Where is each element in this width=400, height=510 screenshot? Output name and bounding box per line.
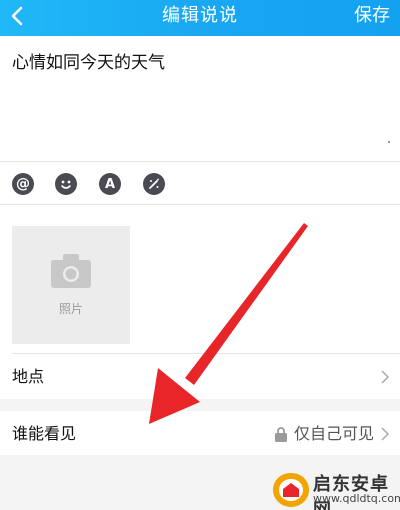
mention-button[interactable]: @ [12, 173, 34, 195]
post-text[interactable]: 心情如同今天的天气 [12, 51, 165, 75]
photo-section: 照片 [0, 205, 400, 353]
watermark-url: www.qdldtq.com [313, 492, 400, 505]
font-icon: A [104, 176, 116, 192]
site-watermark: 启东安卓网 www.qdldtq.com [271, 468, 400, 510]
page-title: 编辑说说 [162, 5, 238, 26]
effects-button[interactable] [143, 173, 165, 195]
visibility-row[interactable]: 谁能看见 仅自己可见 [0, 411, 400, 455]
editor-toolbar: @ A [0, 161, 400, 205]
at-icon: @ [16, 176, 30, 192]
visibility-label: 谁能看见 [12, 424, 77, 443]
font-button[interactable]: A [99, 173, 121, 195]
cursor-dot [388, 141, 390, 143]
divider [12, 353, 400, 354]
photo-label: 照片 [58, 302, 83, 316]
add-photo-button[interactable]: 照片 [12, 226, 130, 344]
chevron-right-icon [381, 427, 390, 441]
lock-icon [275, 427, 287, 442]
magic-wand-icon [149, 178, 159, 189]
location-row[interactable]: 地点 [0, 353, 400, 399]
save-button[interactable]: 保存 [354, 3, 390, 29]
emoji-icon [61, 180, 71, 189]
post-editor[interactable]: 心情如同今天的天气 [0, 36, 400, 161]
camera-icon [51, 254, 91, 288]
logo-icon [273, 473, 309, 507]
location-label: 地点 [12, 367, 45, 386]
visibility-value: 仅自己可见 [293, 424, 374, 443]
top-bar: 编辑说说 保存 [0, 0, 400, 36]
emoji-button[interactable] [55, 173, 77, 195]
chevron-right-icon [381, 370, 390, 384]
